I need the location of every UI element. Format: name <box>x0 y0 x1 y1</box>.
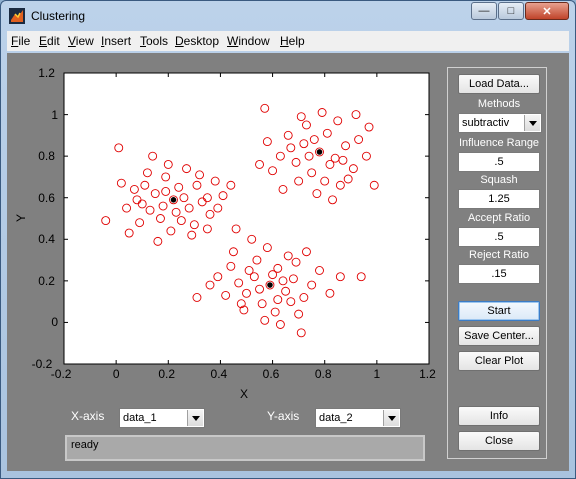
minimize-button[interactable]: — <box>471 2 497 20</box>
plot-area[interactable] <box>63 72 430 365</box>
info-button[interactable]: Info <box>458 406 540 426</box>
y-tick-label: -0.2 <box>31 357 53 371</box>
reject-ratio-label: Reject Ratio <box>454 249 544 263</box>
menu-window[interactable]: Window <box>227 34 270 48</box>
influence-range-label: Influence Range <box>454 137 544 151</box>
cluster-center-point <box>267 282 273 288</box>
maximize-button[interactable]: □ <box>498 2 524 20</box>
reject-ratio-field[interactable]: .15 <box>458 264 540 284</box>
menu-insert[interactable]: Insert <box>101 34 131 48</box>
chevron-down-icon[interactable] <box>187 410 203 426</box>
status-text: ready <box>71 439 99 451</box>
start-button[interactable]: Start <box>458 301 540 321</box>
x-axis-dropdown[interactable]: data_1 <box>119 408 205 428</box>
menu-view[interactable]: View <box>68 34 94 48</box>
accept-ratio-label: Accept Ratio <box>454 212 544 226</box>
methods-label: Methods <box>454 98 544 112</box>
y-axis-dropdown-value: data_2 <box>319 412 353 424</box>
x-tick-label: 0 <box>112 367 120 381</box>
menu-desktop[interactable]: Desktop <box>175 34 219 48</box>
matlab-logo-icon <box>9 8 25 24</box>
menu-tools[interactable]: Tools <box>140 34 168 48</box>
close-button[interactable]: Close <box>458 431 540 451</box>
accept-ratio-field[interactable]: .5 <box>458 227 540 247</box>
y-tick-label: 0.6 <box>38 190 55 205</box>
x-tick-label: 1.2 <box>419 367 436 381</box>
x-tick-label: 0.8 <box>314 367 332 381</box>
menu-file[interactable]: File <box>11 34 30 48</box>
menu-bar: File Edit View Insert Tools Desktop Window Help <box>7 31 569 51</box>
app-window: Clustering — □ ✕ File Edit View Insert Tools… <box>0 0 576 479</box>
y-axis-dropdown[interactable]: data_2 <box>315 408 401 428</box>
control-panel: Load Data... Methods subtractiv Influenc… <box>447 67 547 459</box>
cluster-center-point <box>316 149 323 155</box>
title-bar[interactable]: Clustering — □ ✕ <box>1 1 575 31</box>
chevron-down-icon[interactable] <box>524 115 540 131</box>
scatter-plot[interactable] <box>7 53 437 403</box>
x-tick-label: 1 <box>373 367 381 381</box>
methods-value: subtractiv <box>462 117 510 129</box>
close-window-button[interactable]: ✕ <box>525 2 569 20</box>
window-title: Clustering <box>31 9 86 23</box>
menu-help[interactable]: Help <box>280 34 305 48</box>
x-tick-label: 0.2 <box>158 367 176 381</box>
y-tick-label: 0.4 <box>38 232 55 247</box>
menu-edit[interactable]: Edit <box>39 34 60 48</box>
figure-client-area: X Y -0.2 0 0.2 0.4 0.6 0.8 1 1.2 -0.2 0 0.2 0.4 0.6 0… <box>7 53 569 471</box>
x-tick-label: -0.2 <box>50 367 72 381</box>
chevron-down-icon[interactable] <box>383 410 399 426</box>
x-tick-label: 0.6 <box>262 367 280 381</box>
squash-field[interactable]: 1.25 <box>458 189 540 209</box>
y-tick-label: 1.2 <box>38 66 55 80</box>
y-tick-label: 0 <box>51 315 59 330</box>
x-axis-label: X <box>240 387 249 401</box>
influence-range-field[interactable]: .5 <box>458 152 540 172</box>
x-axis-selector-label: X-axis <box>71 409 105 423</box>
load-data-button[interactable]: Load Data... <box>458 74 540 94</box>
y-axis-label: Y <box>14 213 29 223</box>
squash-label: Squash <box>454 174 544 188</box>
y-tick-label: 0.2 <box>38 273 55 288</box>
cluster-center-point <box>170 196 177 203</box>
methods-dropdown[interactable]: subtractiv <box>458 113 542 133</box>
clear-plot-button[interactable]: Clear Plot <box>458 351 540 371</box>
y-tick-label: 0.8 <box>38 149 55 164</box>
y-tick-label: 1 <box>51 107 59 122</box>
x-axis-dropdown-value: data_1 <box>123 412 157 424</box>
save-center-button[interactable]: Save Center... <box>458 326 540 346</box>
status-box: ready <box>65 435 425 461</box>
y-axis-selector-label: Y-axis <box>267 409 300 423</box>
x-tick-label: 0.4 <box>210 367 228 381</box>
